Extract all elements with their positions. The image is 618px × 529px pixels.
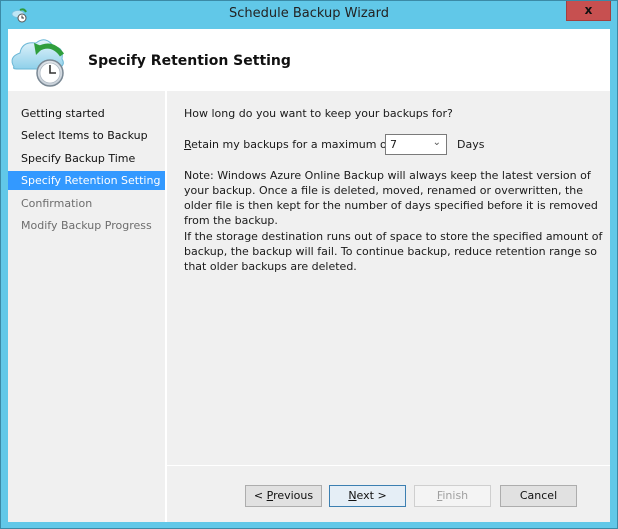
chevron-down-icon[interactable]: ⌄ [433,137,441,148]
retention-days-select[interactable]: 7 ⌄ [385,134,447,155]
wizard-header: Specify Retention Setting [8,29,610,91]
storage-warning: If the storage destination runs out of s… [184,230,603,273]
days-label: Days [457,138,485,151]
cloud-backup-clock-icon [8,31,72,91]
page-title: Specify Retention Setting [88,53,291,69]
window-title: Schedule Backup Wizard [229,6,389,21]
step-modify-backup-progress: Modify Backup Progress [21,219,152,232]
wizard-client-area: Specify Retention Setting Getting starte… [8,29,610,522]
finish-button: Finish [414,485,491,507]
retain-label: Retain my backups for a maximum of [184,138,391,151]
footer-divider [167,465,610,466]
finish-label: inish [442,489,469,502]
retention-question: How long do you want to keep your backup… [184,107,453,120]
step-select-items[interactable]: Select Items to Backup [8,126,165,145]
next-button[interactable]: Next > [329,485,406,507]
retention-note: Note: Windows Azure Online Backup will a… [184,169,598,227]
close-button[interactable]: x [566,1,611,21]
cancel-button[interactable]: Cancel [500,485,577,507]
retention-days-value: 7 [390,138,397,151]
retain-label-text: etain my backups for a maximum of [191,138,391,151]
previous-prefix: < [253,489,267,502]
step-specify-backup-time[interactable]: Specify Backup Time [8,149,165,168]
wizard-steps-sidebar: Getting started Select Items to Backup S… [8,91,165,522]
wizard-window: Schedule Backup Wizard x Specify Retenti… [0,0,618,529]
next-accelerator: N [348,489,357,502]
close-icon: x [584,3,593,17]
previous-label: revious [273,489,314,502]
next-label: ext > [356,489,387,502]
step-specify-retention-setting[interactable]: Specify Retention Setting [8,171,165,190]
title-bar[interactable]: Schedule Backup Wizard x [1,1,617,29]
retention-settings-panel: How long do you want to keep your backup… [167,91,610,465]
previous-button[interactable]: < Previous [245,485,322,507]
step-getting-started[interactable]: Getting started [8,104,165,123]
step-confirmation: Confirmation [21,197,93,210]
